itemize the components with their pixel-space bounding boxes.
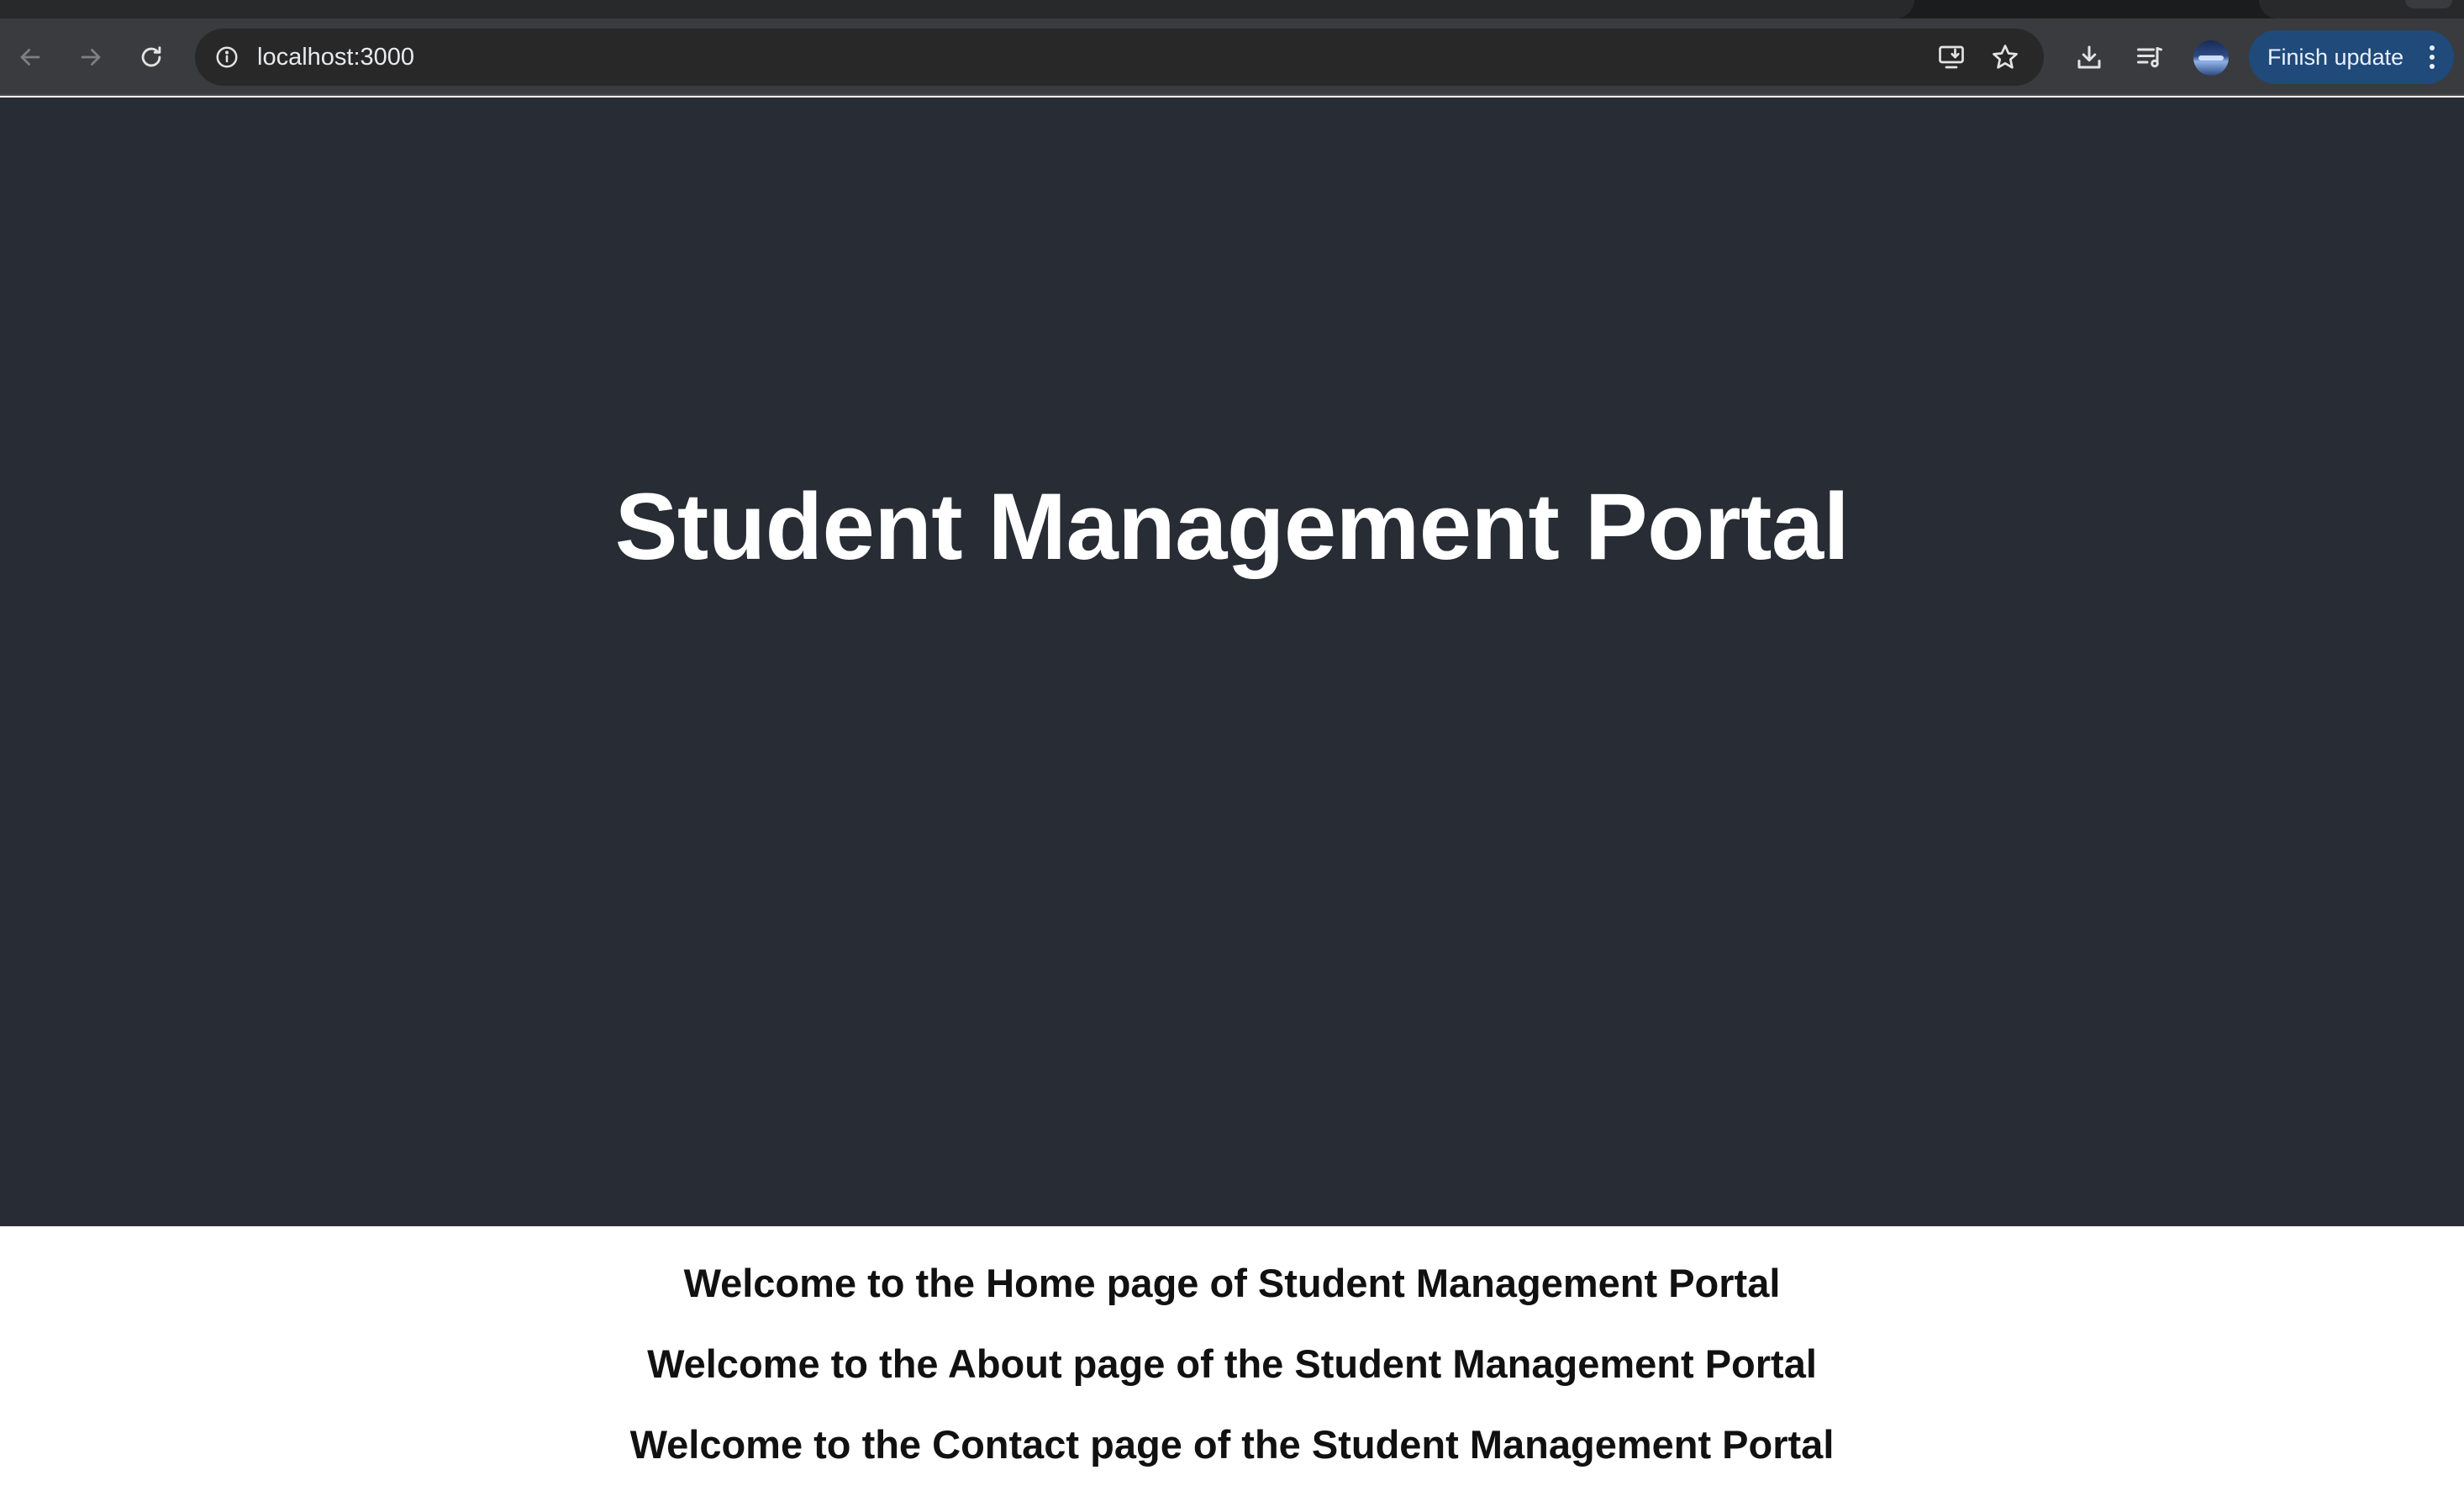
downloads-button[interactable]: [2069, 37, 2109, 77]
back-arrow-icon: [20, 49, 40, 66]
install-app-button[interactable]: [1931, 37, 1972, 77]
browser-toolbar: localhost:3000 Finish update: [0, 18, 2464, 96]
forward-arrow-icon: [81, 49, 101, 66]
back-button[interactable]: [8, 35, 52, 79]
kebab-menu-icon[interactable]: [2424, 42, 2440, 72]
tab-strip-control[interactable]: [2405, 0, 2452, 8]
reading-list-icon: [2137, 47, 2162, 68]
star-icon: [1993, 45, 2018, 69]
media-control-button[interactable]: [2130, 37, 2170, 77]
welcome-section: Welcome to the Home page of Student Mana…: [0, 1226, 2464, 1491]
bookmark-button[interactable]: [1985, 37, 2025, 77]
app-header: Student Management Portal: [0, 97, 2464, 1226]
url-text[interactable]: localhost:3000: [257, 29, 414, 86]
info-icon: [216, 46, 238, 68]
home-welcome-text: Welcome to the Home page of Student Mana…: [683, 1261, 1781, 1305]
contact-welcome-text: Welcome to the Contact page of the Stude…: [629, 1422, 1835, 1467]
forward-button[interactable]: [69, 35, 113, 79]
reload-button[interactable]: [129, 35, 173, 79]
avatar[interactable]: [2193, 40, 2229, 76]
finish-update-label: Finish update: [2267, 44, 2404, 70]
site-info-button[interactable]: [208, 39, 245, 76]
about-welcome-text: Welcome to the About page of the Student…: [647, 1341, 1817, 1386]
install-app-icon: [1939, 45, 1964, 69]
page-title: Student Management Portal: [614, 474, 1850, 579]
finish-update-button[interactable]: Finish update: [2249, 30, 2454, 84]
tab-strip: [0, 0, 2464, 18]
reload-icon: [141, 46, 161, 67]
download-icon: [2077, 45, 2101, 69]
active-tab-edge: [0, 0, 1914, 18]
address-bar[interactable]: localhost:3000: [195, 29, 2044, 86]
